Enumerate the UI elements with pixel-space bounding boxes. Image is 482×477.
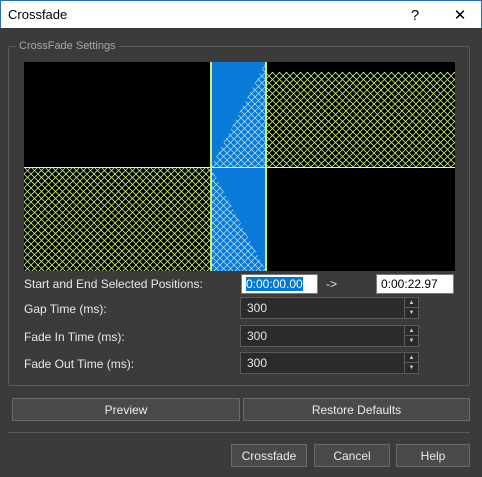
spin-up-arrow-icon[interactable]: ▲ [405,353,418,363]
gap-time-spinner[interactable]: 300 ▲ ▼ [240,297,419,319]
spin-down-arrow-icon[interactable]: ▼ [405,336,418,346]
track-b-region [266,72,455,167]
arrow-separator: -> [326,277,338,291]
close-icon[interactable]: ✕ [438,1,482,29]
spin-up-arrow-icon[interactable]: ▲ [405,298,418,308]
crossfade-preview[interactable] [24,62,455,271]
fade-out-label: Fade Out Time (ms): [24,357,135,371]
spin-up-arrow-icon[interactable]: ▲ [405,326,418,336]
gap-time-value: 300 [247,301,268,315]
title-bar: Crossfade ? ✕ [0,0,482,28]
footer-divider [8,432,470,433]
help-icon[interactable]: ? [393,1,437,29]
fade-in-value: 300 [247,329,268,343]
restore-defaults-button[interactable]: Restore Defaults [243,398,470,421]
start-position-value: 0:00:00.00 [246,277,303,291]
fade-out-spinner[interactable]: 300 ▲ ▼ [240,352,419,374]
fade-out-value: 300 [247,356,268,370]
help-button[interactable]: Help [396,444,470,467]
spin-down-arrow-icon[interactable]: ▼ [405,363,418,373]
track-a-region [24,168,211,271]
positions-label: Start and End Selected Positions: [24,277,203,291]
spin-down-arrow-icon[interactable]: ▼ [405,308,418,318]
crossfade-graph [24,62,455,271]
fade-in-spinner[interactable]: 300 ▲ ▼ [240,325,419,347]
fade-in-label: Fade In Time (ms): [24,330,125,344]
end-position-input[interactable]: 0:00:22.97 [376,274,454,294]
gap-time-label: Gap Time (ms): [24,302,107,316]
preview-button[interactable]: Preview [12,398,240,421]
end-position-value: 0:00:22.97 [381,277,438,291]
group-label: CrossFade Settings [16,40,119,52]
cancel-button[interactable]: Cancel [314,444,390,467]
start-position-input[interactable]: 0:00:00.00 [241,274,318,294]
crossfade-button[interactable]: Crossfade [231,444,307,467]
window-title: Crossfade [8,7,68,22]
